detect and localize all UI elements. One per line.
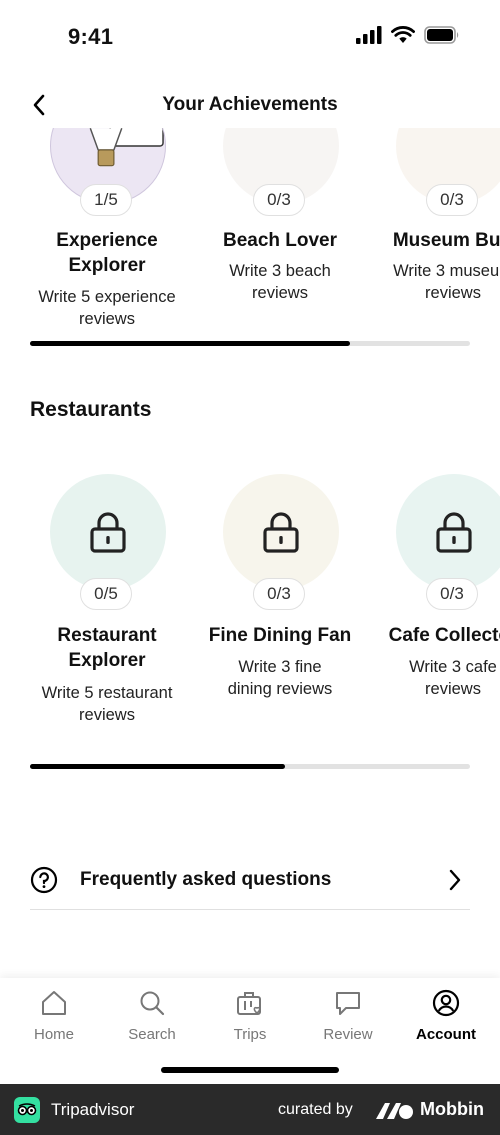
footer-mobbin: Mobbin	[420, 1099, 484, 1119]
badge-title: Fine Dining Fan	[208, 625, 352, 646]
restaurants-badge-row[interactable]: 0/5 Restaurant Explorer Write 5 restaura…	[0, 474, 500, 724]
tripadvisor-logo-icon	[14, 1097, 40, 1123]
tab-home[interactable]: Home	[14, 988, 94, 1048]
attractions-scroll-progress	[30, 341, 470, 346]
badge-progress-count: 0/3	[253, 184, 305, 216]
tab-label: Search	[128, 1026, 176, 1043]
cellular-signal-icon	[356, 26, 382, 44]
badge-title: Experience Explorer	[56, 230, 158, 276]
achievements-content[interactable]: 1/5 Experience Explorer Write 5 experien…	[0, 128, 500, 978]
tab-search[interactable]: Search	[112, 988, 192, 1048]
badge-image	[396, 474, 500, 590]
badge-title: Museum Buff	[392, 230, 500, 251]
status-icons	[356, 26, 460, 44]
tab-label: Review	[323, 1026, 373, 1043]
footer-brand: Tripadvisor	[51, 1100, 135, 1119]
attractions-badge-row[interactable]: 1/5 Experience Explorer Write 5 experien…	[0, 128, 500, 328]
status-time: 9:41	[68, 24, 114, 49]
badge-description: Write 3 beach reviews	[229, 262, 331, 302]
badge-description: Write 3 fine dining reviews	[227, 658, 333, 698]
badge-description: Write 3 museum reviews	[393, 262, 500, 302]
faq-label: Frequently asked questions	[80, 868, 332, 890]
battery-icon	[424, 26, 459, 44]
faq-row[interactable]: Frequently asked questions	[30, 850, 470, 910]
badge-title: Cafe Collector	[388, 625, 500, 646]
badge-title: Beach Lover	[222, 230, 338, 251]
tab-label: Home	[33, 1026, 74, 1043]
mobbin-logo-icon	[376, 1103, 413, 1119]
badge-description: Write 5 restaurant reviews	[41, 684, 173, 724]
attractions-scroll-progress-fill	[30, 341, 350, 346]
badge-progress-count: 0/3	[253, 578, 305, 610]
footer-banner: Tripadvisor curated by Mobbin	[0, 1084, 500, 1135]
badge-progress-count: 0/3	[426, 184, 478, 216]
badge-title: Restaurant Explorer	[57, 625, 157, 671]
badge-description: Write 5 experience reviews	[38, 288, 176, 328]
trips-icon	[237, 992, 261, 1015]
question-circle-icon	[30, 866, 58, 893]
badge-image	[223, 474, 339, 590]
tab-label: Account	[416, 1026, 476, 1043]
badge-description: Write 3 cafe reviews	[409, 658, 497, 698]
lock-icon	[263, 512, 299, 553]
bottom-tab-bar: Home Search Trips Review Account	[0, 978, 500, 1084]
chevron-right-icon	[449, 869, 461, 890]
page-title: Your Achievements	[162, 94, 338, 115]
tab-trips[interactable]: Trips	[210, 988, 290, 1048]
home-icon	[42, 991, 66, 1015]
review-icon	[336, 992, 360, 1015]
restaurants-scroll-progress	[30, 764, 470, 769]
lock-icon	[436, 512, 472, 553]
restaurants-scroll-progress-fill	[30, 764, 286, 769]
badge-progress-count: 0/3	[426, 578, 478, 610]
tab-account[interactable]: Account	[406, 988, 486, 1048]
account-icon	[432, 989, 460, 1017]
search-icon	[140, 991, 165, 1016]
badge-image	[50, 474, 166, 590]
status-bar: 9:41	[0, 0, 500, 76]
home-indicator	[161, 1067, 339, 1073]
wifi-icon	[391, 26, 415, 43]
tab-review[interactable]: Review	[308, 988, 388, 1048]
lock-icon	[90, 512, 126, 553]
nav-bar: Your Achievements	[0, 82, 500, 128]
badge-progress-count: 0/5	[80, 578, 132, 610]
tab-label: Trips	[233, 1026, 267, 1043]
badge-progress-count: 1/5	[80, 184, 132, 216]
footer-curated-by: curated by	[278, 1101, 353, 1118]
section-title-restaurants: Restaurants	[30, 398, 152, 421]
